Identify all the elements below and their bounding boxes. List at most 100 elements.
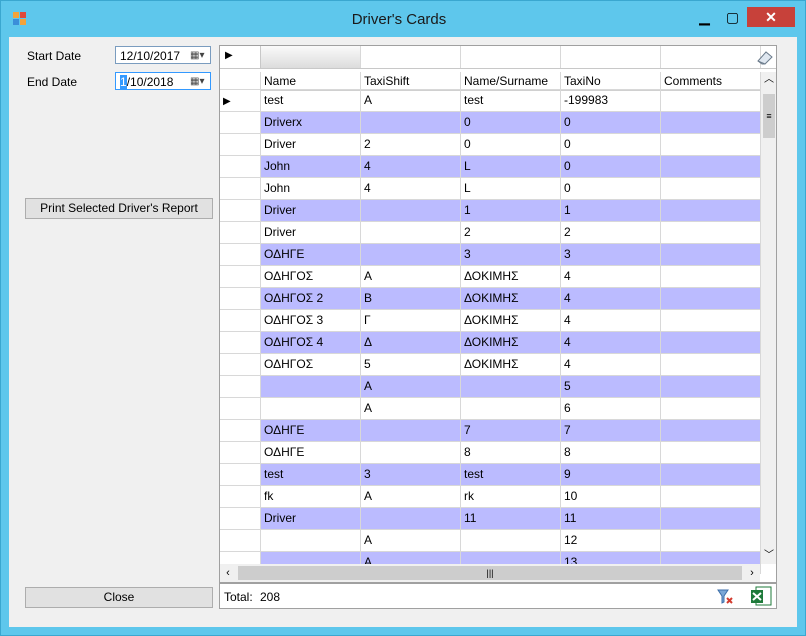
cell-name[interactable]: ΟΔΗΓΕ (261, 442, 361, 464)
cell-surname[interactable]: ΔΟΚΙΜΗΣ (461, 354, 561, 376)
cell-taxino[interactable]: 4 (561, 354, 661, 376)
cell-comments[interactable] (661, 112, 761, 134)
scroll-right-arrow[interactable]: › (744, 564, 760, 582)
cell-name[interactable] (261, 530, 361, 552)
table-row[interactable]: ΟΔΗΓΕ 8 8 (220, 442, 761, 464)
cell-taxishift[interactable] (361, 420, 461, 442)
cell-taxishift[interactable] (361, 222, 461, 244)
cell-taxishift[interactable] (361, 508, 461, 530)
cell-comments[interactable] (661, 508, 761, 530)
row-header[interactable] (220, 310, 261, 332)
cell-taxino[interactable]: 2 (561, 222, 661, 244)
cell-taxishift[interactable]: A (361, 530, 461, 552)
title-bar[interactable]: Driver's Cards ▁ ▢ ✕ (1, 1, 805, 37)
minimize-button[interactable]: ▁ (691, 7, 718, 27)
row-header[interactable] (220, 134, 261, 156)
table-row[interactable]: A 12 (220, 530, 761, 552)
cell-taxishift[interactable]: B (361, 288, 461, 310)
cell-comments[interactable] (661, 486, 761, 508)
vertical-scrollbar[interactable]: ︿ ≡ ﹀ (761, 72, 776, 564)
row-header[interactable] (220, 112, 261, 134)
table-row[interactable]: Driver 2 2 (220, 222, 761, 244)
cell-taxino[interactable]: 8 (561, 442, 661, 464)
cell-surname[interactable] (461, 398, 561, 420)
start-date-picker[interactable]: 12/10/2017 ▦▾ (115, 46, 211, 64)
cell-taxino[interactable]: 0 (561, 134, 661, 156)
row-header[interactable] (220, 244, 261, 266)
cell-comments[interactable] (661, 90, 761, 112)
maximize-button[interactable]: ▢ (719, 7, 746, 27)
row-header[interactable] (220, 464, 261, 486)
cell-taxishift[interactable]: Δ (361, 332, 461, 354)
row-header[interactable] (220, 222, 261, 244)
table-row[interactable]: A6 (220, 398, 761, 420)
end-date-picker[interactable]: 1/10/2018 ▦▾ (115, 72, 211, 90)
print-report-button[interactable]: Print Selected Driver's Report (25, 198, 213, 219)
cell-taxino[interactable]: 5 (561, 376, 661, 398)
cell-taxino[interactable]: 0 (561, 178, 661, 200)
cell-surname[interactable]: L (461, 156, 561, 178)
cell-taxino[interactable]: 3 (561, 244, 661, 266)
cell-surname[interactable]: 3 (461, 244, 561, 266)
table-row[interactable]: John 4 L 0 (220, 178, 761, 200)
scroll-up-arrow[interactable]: ︿ (761, 72, 776, 88)
cell-surname[interactable]: ΔΟΚΙΜΗΣ (461, 332, 561, 354)
cell-comments[interactable] (661, 134, 761, 156)
row-header[interactable] (220, 200, 261, 222)
close-window-button[interactable]: ✕ (747, 7, 795, 27)
table-row[interactable]: ΟΔΗΓΟΣ 3 Γ ΔΟΚΙΜΗΣ 4 (220, 310, 761, 332)
cell-taxino[interactable]: -199983 (561, 90, 661, 112)
cell-surname[interactable]: 11 (461, 508, 561, 530)
cell-comments[interactable] (661, 156, 761, 178)
cell-taxino[interactable]: 4 (561, 288, 661, 310)
cell-taxino[interactable]: 4 (561, 266, 661, 288)
row-header[interactable] (220, 420, 261, 442)
cell-taxino[interactable]: 9 (561, 464, 661, 486)
close-button[interactable]: Close (25, 587, 213, 608)
cell-surname[interactable]: 8 (461, 442, 561, 464)
cell-name[interactable]: John (261, 156, 361, 178)
table-row[interactable]: Driver 11 11 (220, 508, 761, 530)
cell-surname[interactable]: 2 (461, 222, 561, 244)
col-header-surname[interactable]: Name/Surname (461, 72, 561, 90)
calendar-icon[interactable]: ▦▾ (190, 75, 206, 88)
cell-name[interactable] (261, 376, 361, 398)
cell-surname[interactable] (461, 530, 561, 552)
horizontal-scrollbar[interactable]: ‹ ||| › (220, 564, 760, 582)
cell-taxino[interactable]: 4 (561, 332, 661, 354)
cell-comments[interactable] (661, 332, 761, 354)
cell-name[interactable]: John (261, 178, 361, 200)
table-row[interactable]: A5 (220, 376, 761, 398)
col-header-taxishift[interactable]: TaxiShift (361, 72, 461, 90)
row-header[interactable] (220, 288, 261, 310)
filter-cell[interactable] (361, 46, 461, 68)
cell-taxishift[interactable]: A (361, 486, 461, 508)
cell-taxishift[interactable]: A (361, 90, 461, 112)
table-row[interactable]: ▶ test Atest -199983 (220, 90, 761, 112)
cell-comments[interactable] (661, 244, 761, 266)
cell-taxishift[interactable] (361, 442, 461, 464)
cell-surname[interactable]: test (461, 464, 561, 486)
cell-taxishift[interactable] (361, 112, 461, 134)
table-row[interactable]: fk Ark 10 (220, 486, 761, 508)
cell-comments[interactable] (661, 530, 761, 552)
cell-comments[interactable] (661, 442, 761, 464)
cell-taxishift[interactable]: A (361, 266, 461, 288)
cell-name[interactable]: ΟΔΗΓΟΣ (261, 354, 361, 376)
scroll-down-arrow[interactable]: ﹀ (761, 548, 776, 564)
cell-surname[interactable]: 0 (461, 112, 561, 134)
cell-name[interactable]: ΟΔΗΓΟΣ 4 (261, 332, 361, 354)
calendar-icon[interactable]: ▦▾ (190, 49, 206, 62)
scroll-thumb[interactable]: ≡ (763, 94, 775, 138)
cell-taxino[interactable]: 10 (561, 486, 661, 508)
cell-surname[interactable]: ΔΟΚΙΜΗΣ (461, 310, 561, 332)
filter-cell[interactable] (261, 46, 361, 68)
table-row[interactable]: ΟΔΗΓΟΣ A ΔΟΚΙΜΗΣ 4 (220, 266, 761, 288)
cell-comments[interactable] (661, 288, 761, 310)
cell-surname[interactable]: ΔΟΚΙΜΗΣ (461, 266, 561, 288)
row-header[interactable] (220, 486, 261, 508)
col-header-comments[interactable]: Comments (661, 72, 761, 90)
row-header[interactable] (220, 178, 261, 200)
row-header[interactable] (220, 376, 261, 398)
cell-taxino[interactable]: 11 (561, 508, 661, 530)
